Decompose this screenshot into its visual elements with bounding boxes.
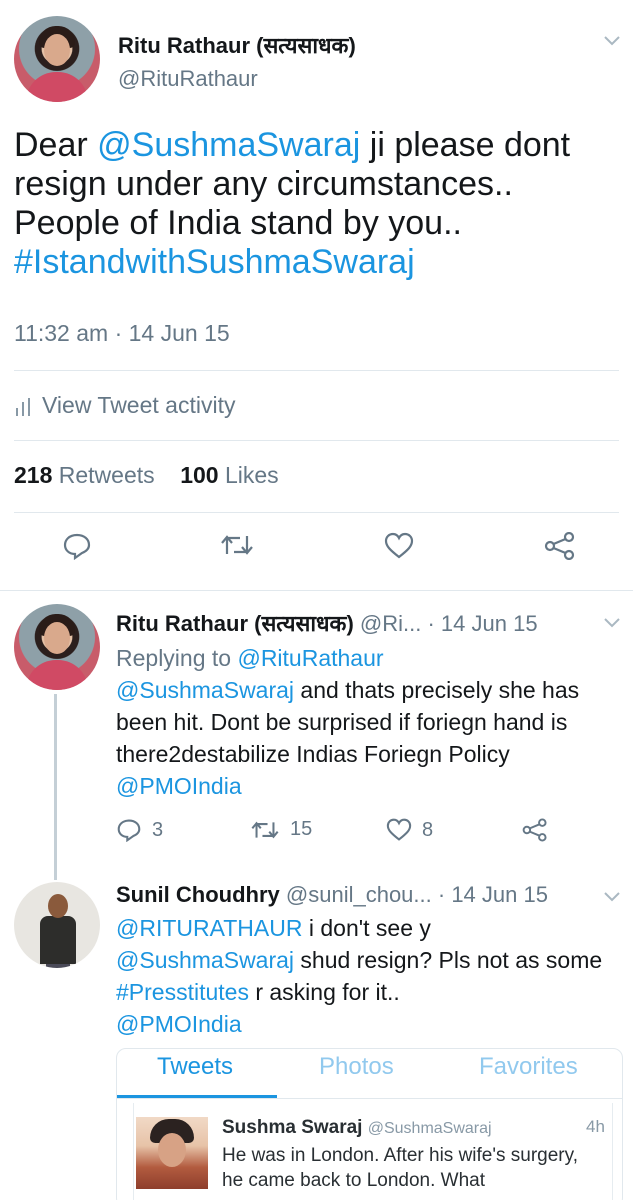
embedded-avatar <box>136 1117 208 1189</box>
reply-icon <box>63 533 91 560</box>
mention-link[interactable]: @RituRathaur <box>237 645 383 671</box>
like-button[interactable]: 8 <box>386 818 433 842</box>
divider <box>14 440 619 441</box>
retweet-count: 15 <box>290 818 313 840</box>
hashtag-link[interactable]: #IstandwithSushmaSwaraj <box>14 243 415 281</box>
mention-link[interactable]: @PMOIndia <box>116 1011 242 1037</box>
retweet-icon <box>251 821 279 838</box>
reply-text: @SushmaSwaraj and thats precisely she ha… <box>116 674 621 802</box>
view-tweet-activity-link[interactable]: View Tweet activity <box>14 392 235 419</box>
replying-prefix: Replying to <box>116 645 238 671</box>
divider <box>14 512 619 513</box>
embedded-tweet: Sushma Swaraj @SushmaSwaraj 4h He was in… <box>133 1103 613 1200</box>
active-tab-indicator <box>117 1095 277 1098</box>
reply-text-part: shud resign? Pls not as some <box>294 947 603 973</box>
retweet-icon <box>221 535 253 555</box>
mention-link[interactable]: @RITURATHAUR <box>116 915 302 941</box>
reply-icon <box>117 819 141 842</box>
share-icon <box>544 532 575 560</box>
retweets-count: 218 <box>14 462 53 488</box>
reply-button[interactable] <box>62 532 92 560</box>
mention-link[interactable]: @PMOIndia <box>116 773 242 799</box>
retweet-button[interactable] <box>220 532 254 558</box>
tweet-text-part: Dear <box>14 126 98 164</box>
tab-tweets: Tweets <box>157 1053 234 1080</box>
embedded-image[interactable]: Tweets Photos Favorites Sushma Swaraj @S… <box>116 1048 623 1200</box>
author-name[interactable]: Sunil Choudhry <box>116 882 280 907</box>
embedded-text: He was in London. After his wife's surge… <box>222 1145 578 1191</box>
mention-link[interactable]: @SushmaSwaraj <box>116 947 294 973</box>
embedded-author: Sushma Swaraj @SushmaSwaraj <box>222 1117 492 1139</box>
tab-photos: Photos <box>319 1053 394 1080</box>
chevron-down-icon[interactable] <box>604 30 620 51</box>
reply-text-part: r asking for it.. <box>248 979 400 1005</box>
likes-count: 100 <box>180 462 219 488</box>
divider <box>0 590 633 591</box>
tweet-timestamp: 11:32 am · 14 Jun 15 <box>14 320 230 346</box>
retweets-stat[interactable]: 218 Retweets <box>14 462 155 488</box>
reply-count: 3 <box>152 818 164 841</box>
tweet-stats: 218 Retweets 100 Likes <box>14 462 279 489</box>
reply-header: Ritu Rathaur (सत्यसाधक) @Ri... · 14 Jun … <box>116 608 538 638</box>
author-avatar[interactable] <box>14 604 100 690</box>
mention-link[interactable]: @SushmaSwaraj <box>116 677 294 703</box>
retweet-button[interactable]: 15 <box>250 818 312 841</box>
author-avatar[interactable] <box>14 16 100 102</box>
share-button[interactable] <box>522 818 548 842</box>
like-count: 8 <box>422 818 434 841</box>
activity-label: View Tweet activity <box>42 392 236 418</box>
author-handle[interactable]: @sunil_chou... <box>286 882 432 907</box>
bar-chart-icon <box>14 397 36 416</box>
thread-connector <box>54 694 57 880</box>
mention-link[interactable]: @SushmaSwaraj <box>97 126 360 164</box>
replying-to: Replying to @RituRathaur <box>116 642 621 674</box>
hashtag-link[interactable]: #Presstitutes <box>116 979 249 1005</box>
reply-button[interactable]: 3 <box>116 818 163 842</box>
author-name[interactable]: Ritu Rathaur (सत्यसाधक) <box>116 611 354 636</box>
reply-date: · 14 Jun 15 <box>427 611 538 636</box>
divider <box>14 370 619 371</box>
reply-date: · 14 Jun 15 <box>437 882 548 907</box>
reply-header: Sunil Choudhry @sunil_chou... · 14 Jun 1… <box>116 882 548 908</box>
embedded-author-name: Sushma Swaraj <box>222 1117 363 1138</box>
share-button[interactable] <box>544 532 576 560</box>
author-avatar[interactable] <box>14 882 100 968</box>
tweet-text: Dear @SushmaSwaraj ji please dont resign… <box>14 126 619 282</box>
share-icon <box>522 818 547 842</box>
embedded-tabs: Tweets Photos Favorites <box>117 1049 622 1099</box>
author-handle[interactable]: @RituRathaur <box>118 66 258 92</box>
retweets-label: Retweets <box>58 462 155 488</box>
author-handle[interactable]: @Ri... <box>360 611 421 636</box>
heart-icon <box>384 532 414 559</box>
reply-text: @RITURATHAUR i don't see y @SushmaSwaraj … <box>116 912 621 1040</box>
likes-label: Likes <box>224 462 279 488</box>
author-name[interactable]: Ritu Rathaur (सत्यसाधक) <box>118 30 356 60</box>
embedded-author-handle: @SushmaSwaraj <box>367 1120 492 1137</box>
embedded-time: 4h <box>586 1117 605 1136</box>
main-tweet: Ritu Rathaur (सत्यसाधक) @RituRathaur Dea… <box>0 0 633 590</box>
likes-stat[interactable]: 100 Likes <box>180 462 278 488</box>
reply-text-part: i don't see y <box>302 915 431 941</box>
heart-icon <box>386 818 412 841</box>
chevron-down-icon[interactable] <box>604 886 620 907</box>
like-button[interactable] <box>384 532 414 560</box>
tab-favorites: Favorites <box>479 1053 578 1080</box>
chevron-down-icon[interactable] <box>604 612 620 633</box>
